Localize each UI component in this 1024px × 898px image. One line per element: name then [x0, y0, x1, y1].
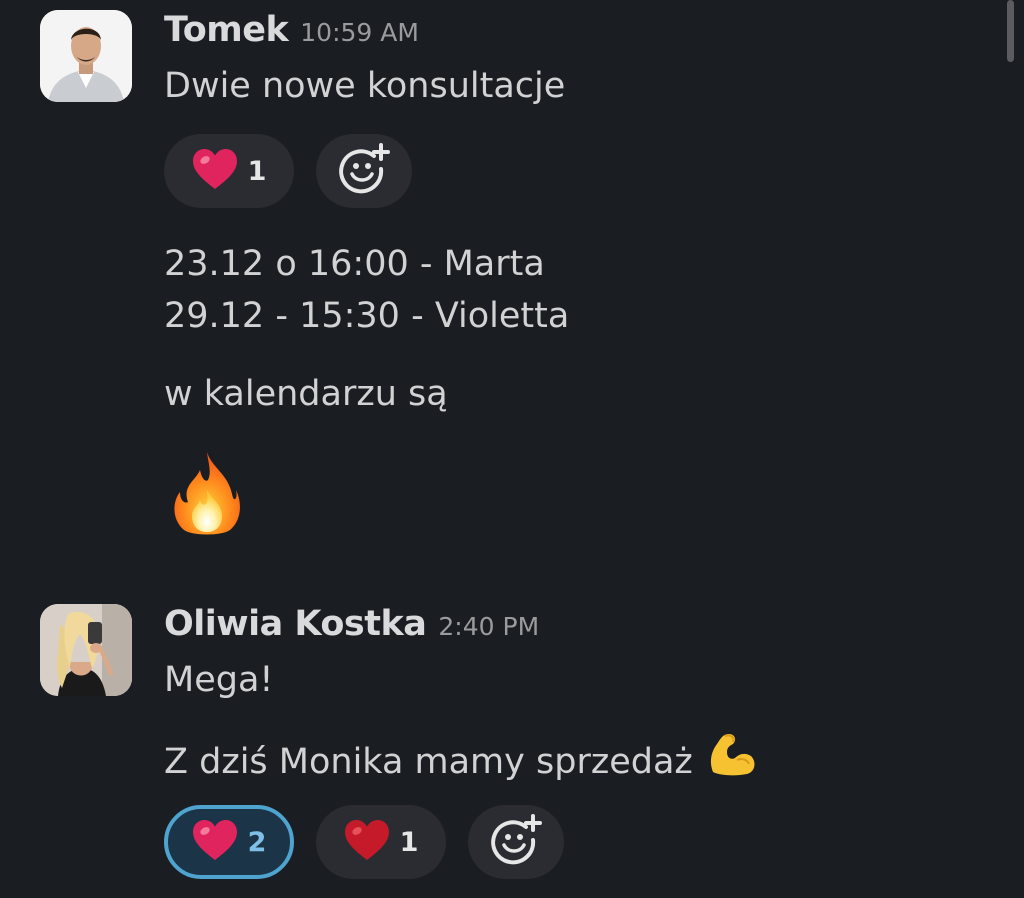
message-pane: Tomek 10:59 AM Dwie nowe konsultacje 1 2… [0, 0, 1024, 898]
timestamp[interactable]: 2:40 PM [438, 612, 539, 641]
add-reaction-button[interactable] [316, 134, 412, 208]
sender-name[interactable]: Oliwia Kostka [164, 604, 427, 644]
reaction-heart[interactable]: 1 [164, 134, 294, 208]
scrollbar[interactable] [1007, 0, 1014, 62]
heart-icon [192, 148, 238, 194]
message-text: w kalendarzu są [164, 374, 448, 414]
message-header: Tomek 10:59 AM [164, 10, 1004, 60]
message-oliwia: Oliwia Kostka 2:40 PM Mega! Z dziś Monik… [40, 604, 1004, 894]
message-body: Oliwia Kostka 2:40 PM Mega! Z dziś Monik… [164, 604, 1004, 879]
reaction-bar: 2 1 [164, 805, 1004, 879]
add-emoji-icon [490, 814, 542, 870]
add-reaction-button[interactable] [468, 805, 564, 879]
add-emoji-icon [338, 143, 390, 199]
reaction-heart[interactable]: 1 [316, 805, 446, 879]
message-text-row: Z dziś Monika mamy sprzedaż [164, 732, 1004, 791]
message-body: Tomek 10:59 AM Dwie nowe konsultacje 1 2… [164, 10, 1004, 540]
flexed-biceps-icon [707, 732, 757, 791]
message-header: Oliwia Kostka 2:40 PM [164, 604, 1004, 654]
message-tomek: Tomek 10:59 AM Dwie nowe konsultacje 1 2… [40, 10, 1004, 570]
heart-icon [344, 819, 390, 865]
message-text-block: 23.12 o 16:00 - Marta 29.12 - 15:30 - Vi… [164, 238, 1004, 342]
heart-icon [192, 819, 238, 865]
avatar-tomek-image [40, 10, 132, 102]
reaction-bar: 1 [164, 134, 1004, 208]
avatar-oliwia-image [40, 604, 132, 696]
message-text: 29.12 - 15:30 - Violetta [164, 296, 570, 336]
avatar[interactable] [40, 604, 132, 696]
fire-icon [172, 450, 1004, 540]
reaction-count: 1 [399, 826, 419, 858]
message-text: Z dziś Monika mamy sprzedaż [164, 741, 693, 782]
timestamp[interactable]: 10:59 AM [300, 18, 419, 47]
sender-name[interactable]: Tomek [164, 10, 289, 50]
reaction-count: 2 [247, 826, 267, 858]
message-text: Mega! [164, 660, 274, 700]
reaction-count: 1 [247, 155, 267, 187]
message-text: Dwie nowe konsultacje [164, 66, 566, 106]
avatar[interactable] [40, 10, 132, 102]
message-text: 23.12 o 16:00 - Marta [164, 244, 545, 284]
reaction-heart-selected[interactable]: 2 [164, 805, 294, 879]
